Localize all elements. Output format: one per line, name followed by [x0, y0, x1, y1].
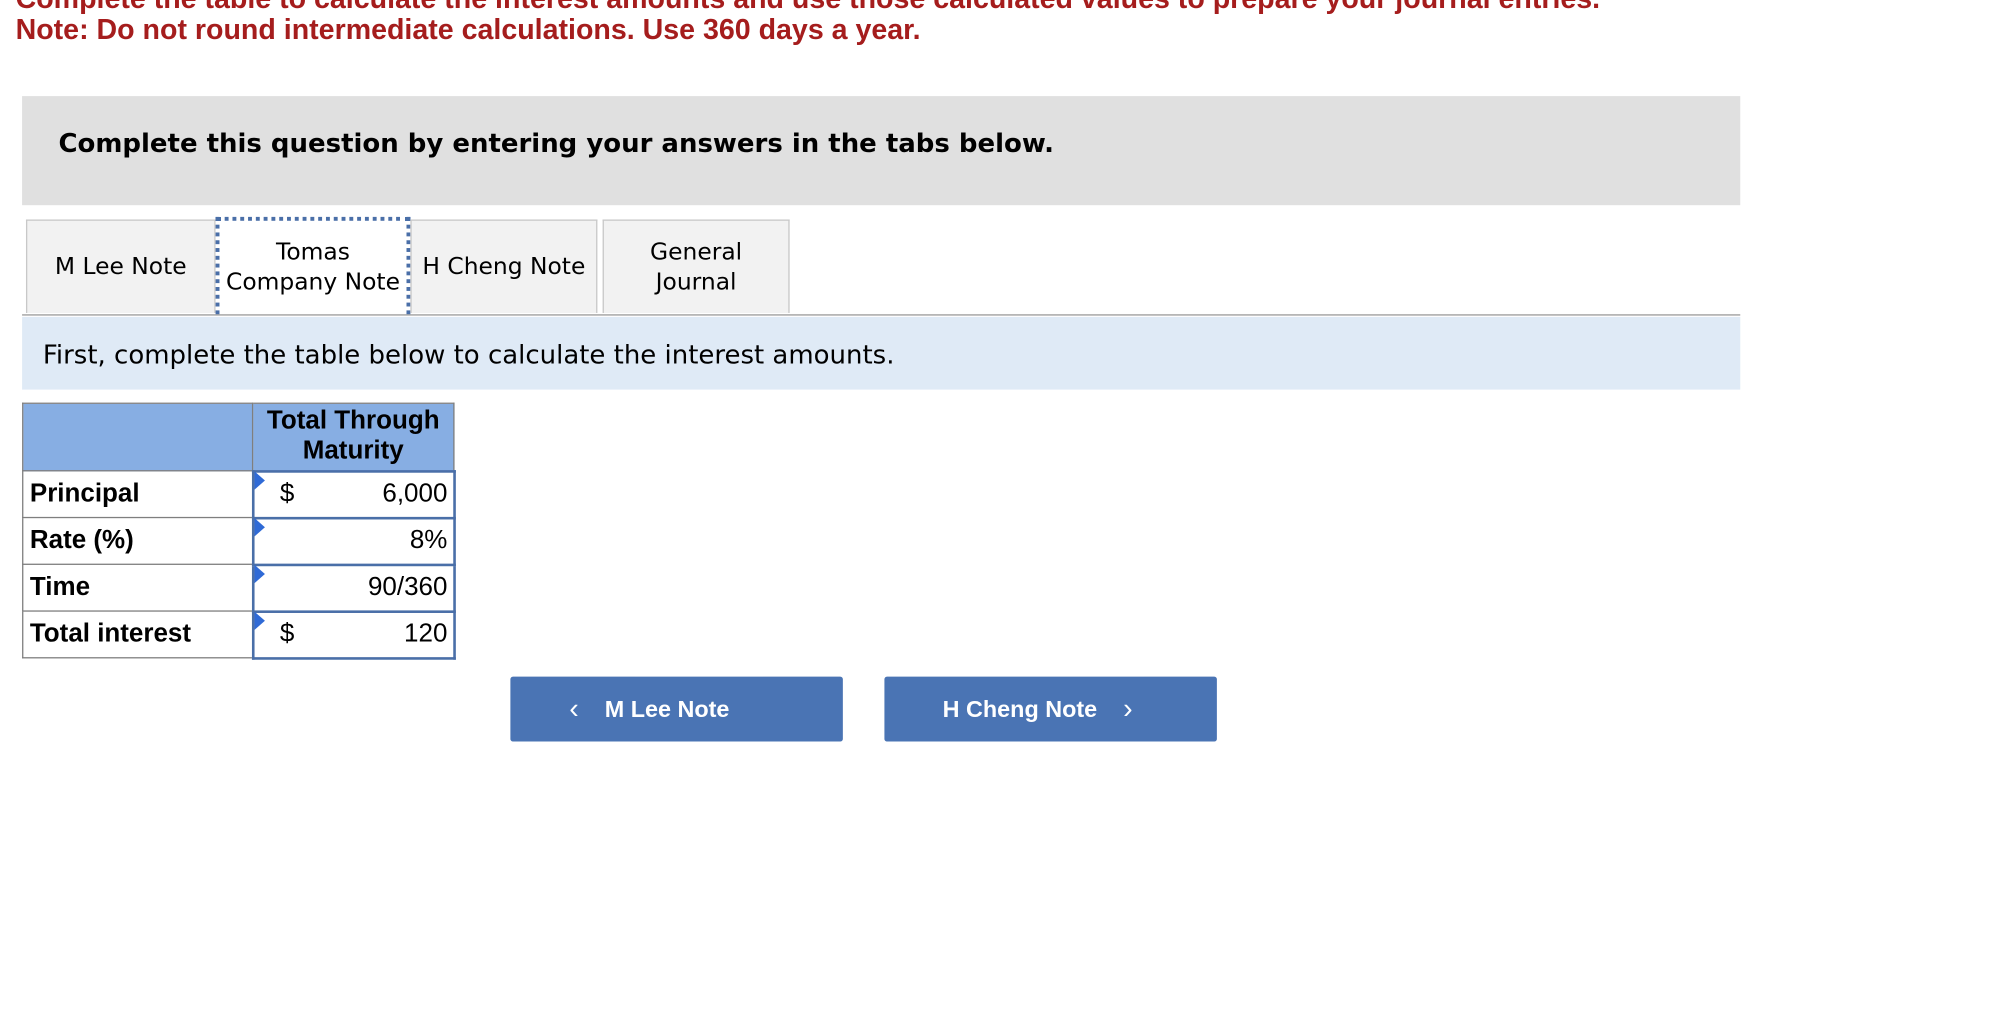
header-blank-cell [22, 402, 254, 472]
chevron-right-icon: › [1123, 692, 1133, 725]
total-interest-input[interactable]: $ 120 [251, 609, 456, 660]
next-button-label: H Cheng Note [942, 695, 1098, 722]
cell-value: 8% [409, 525, 448, 555]
currency-symbol: $ [279, 619, 295, 649]
row-label: Total interest [22, 610, 254, 659]
note-text: Note: Do not round intermediate calculat… [15, 12, 921, 46]
input-flag-icon [253, 517, 265, 536]
tab-general-journal[interactable]: General Journal [602, 219, 790, 313]
next-tab-button[interactable]: H Cheng Note › [884, 676, 1217, 742]
cell-value: 90/360 [367, 572, 448, 602]
header-total-through-maturity: Total Through Maturity [251, 402, 455, 472]
tab-label: H Cheng Note [422, 253, 586, 281]
row-label: Principal [22, 470, 254, 519]
chevron-left-icon: ‹ [569, 692, 579, 725]
row-label: Time [22, 563, 254, 612]
time-input[interactable]: 90/360 [251, 562, 456, 613]
tab-tomas-company-note[interactable]: Tomas Company Note [215, 216, 411, 315]
instruction-box: Complete this question by entering your … [22, 96, 1741, 206]
table-row: Time 90/360 [22, 562, 456, 613]
table-header-row: Total Through Maturity [22, 402, 455, 472]
instruction-text: Complete this question by entering your … [58, 127, 1055, 159]
principal-input[interactable]: $ 6,000 [251, 469, 456, 519]
info-text: First, complete the table below to calcu… [42, 338, 895, 371]
tab-label: M Lee Note [54, 253, 187, 281]
info-band: First, complete the table below to calcu… [22, 316, 1741, 390]
row-label: Rate (%) [22, 516, 254, 565]
input-flag-icon [253, 470, 265, 489]
interest-table: Total Through Maturity Principal $ 6,000… [22, 402, 456, 660]
rate-input[interactable]: 8% [251, 516, 456, 566]
tab-h-cheng-note[interactable]: H Cheng Note [410, 219, 598, 313]
tab-label: Tomas Company Note [225, 238, 400, 297]
prev-tab-button[interactable]: ‹ M Lee Note [510, 676, 843, 742]
input-flag-icon [253, 564, 265, 583]
tab-divider [22, 314, 1741, 316]
currency-symbol: $ [279, 479, 295, 508]
table-row: Principal $ 6,000 [22, 469, 456, 519]
tab-label: General Journal [650, 238, 743, 296]
header-label: Total Through Maturity [266, 406, 440, 466]
input-flag-icon [253, 611, 265, 630]
tab-m-lee-note[interactable]: M Lee Note [25, 219, 216, 313]
page: Complete the table to calculate the inte… [0, 0, 2016, 794]
prev-button-label: M Lee Note [604, 695, 730, 722]
cell-value: 120 [404, 619, 448, 649]
table-row: Rate (%) 8% [22, 516, 456, 566]
table-row: Total interest $ 120 [22, 609, 456, 660]
cell-value: 6,000 [382, 479, 448, 508]
